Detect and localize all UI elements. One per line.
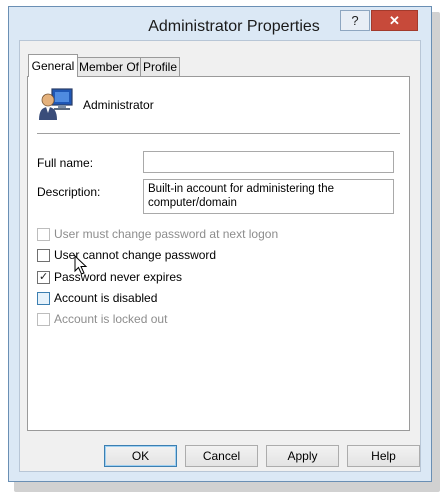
account-name: Administrator [83, 98, 154, 112]
description-label: Description: [37, 185, 101, 199]
user-account-icon [39, 88, 73, 120]
title-bar[interactable]: Administrator Properties ? ✕ [9, 7, 431, 43]
full-name-field[interactable] [143, 151, 394, 173]
checkbox-box[interactable] [37, 228, 50, 241]
checkbox-box[interactable] [37, 313, 50, 326]
header-divider [37, 133, 400, 134]
description-field[interactable]: Built-in account for administering the c… [143, 179, 394, 214]
checkmark-icon: ✓ [39, 271, 49, 283]
full-name-label: Full name: [37, 156, 94, 170]
checkbox-label: Account is disabled [54, 291, 158, 305]
properties-dialog: Administrator Properties ? ✕ General Mem… [8, 6, 432, 482]
tab-profile[interactable]: Profile [140, 57, 180, 76]
ok-button[interactable]: OK [104, 445, 177, 467]
checkbox-box[interactable]: ✓ [37, 271, 50, 284]
checkbox-label: Account is locked out [54, 312, 168, 326]
checkbox-label: User must change password at next logon [54, 227, 279, 241]
checkbox-box[interactable] [37, 292, 50, 305]
title-help-button[interactable]: ? [340, 10, 370, 31]
mouse-pointer-icon [74, 255, 88, 275]
general-tab-panel: Administrator Full name: Description: Bu… [27, 76, 410, 431]
tab-member-of[interactable]: Member Of [77, 57, 141, 76]
cancel-button[interactable]: Cancel [185, 445, 258, 467]
close-button[interactable]: ✕ [371, 10, 418, 31]
help-button[interactable]: Help [347, 445, 420, 467]
tab-general[interactable]: General [28, 54, 78, 77]
checkbox-box[interactable] [37, 249, 50, 262]
apply-button[interactable]: Apply [266, 445, 339, 467]
